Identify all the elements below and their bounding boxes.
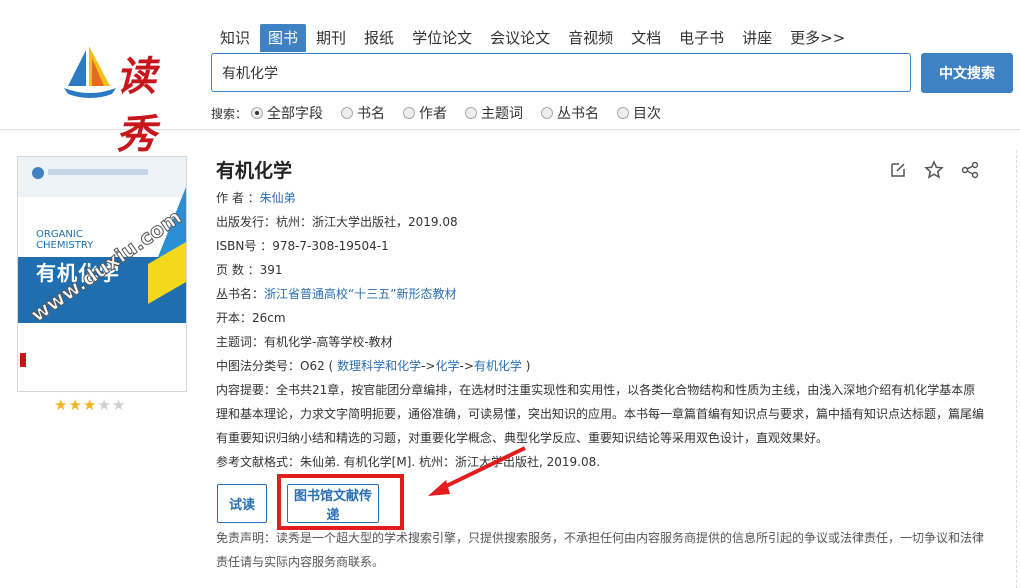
header: 读秀 知识 图书 期刊 报纸 学位论文 会议论文 音视频 文档 电子书 讲座 更…: [0, 0, 1020, 158]
meta-label: 页 数 ：: [216, 263, 260, 277]
meta-summary: 内容提要：全书共21章，按官能团分章编排，在选材时注重实现性和实用性，以各类化合…: [216, 378, 986, 450]
meta-label: ISBN号 ：: [216, 239, 273, 253]
meta-label: 开本：: [216, 311, 253, 325]
scope-label: 丛书名: [557, 106, 600, 122]
meta-value: 26cm: [252, 311, 286, 325]
meta-series: 丛书名：浙江省普通高校“十三五”新形态教材: [216, 282, 986, 306]
meta-value: 978-7-308-19504-1: [272, 239, 389, 253]
meta-label: 主题词：: [216, 335, 265, 349]
tab-more[interactable]: 更多>>: [782, 24, 853, 52]
radio-icon[interactable]: [541, 107, 554, 119]
share-icon[interactable]: [952, 158, 988, 182]
book-cover[interactable]: ORGANIC CHEMISTRY 有机化学 www.duxiu.com: [17, 156, 187, 392]
meta-label: 作 者 ：: [216, 191, 260, 205]
meta-label: 中图法分类号：: [216, 359, 301, 373]
radio-icon[interactable]: [617, 107, 630, 119]
cover-publisher-logo: [32, 167, 44, 179]
cover-series-bar: [48, 169, 148, 175]
meta-subject: 主题词：有机化学-高等学校-教材: [216, 330, 986, 354]
tab-ebooks[interactable]: 电子书: [671, 24, 732, 52]
tab-documents[interactable]: 文档: [623, 24, 669, 52]
meta-label: 参考文献格式：: [216, 455, 301, 469]
meta-value: O62 (: [300, 359, 334, 373]
cover-en-line2: CHEMISTRY: [36, 240, 94, 251]
tab-journals[interactable]: 期刊: [308, 24, 354, 52]
meta-label: 内容提要：: [216, 383, 277, 397]
class-sep: ->: [459, 359, 474, 373]
search-button[interactable]: 中文搜索: [921, 53, 1013, 93]
star-empty-icon: ★: [111, 396, 126, 414]
tab-theses[interactable]: 学位论文: [404, 24, 480, 52]
meta-publish: 出版发行：杭州：浙江大学出版社，2019.08: [216, 210, 986, 234]
try-read-button[interactable]: 试读: [217, 484, 267, 523]
star-filled-icon: ★: [68, 396, 82, 414]
meta-author: 作 者 ：朱仙弟: [216, 186, 986, 210]
red-arrow-annotation: [428, 446, 526, 496]
summary-text: 全书共21章，按官能团分章编排，在选材时注重实现性和实用性，以各类化合物结构和性…: [216, 383, 985, 445]
library-delivery-button[interactable]: 图书馆文献传递: [287, 484, 379, 523]
search-input[interactable]: [212, 54, 910, 91]
radio-checked-icon[interactable]: [251, 107, 264, 119]
tab-conference[interactable]: 会议论文: [482, 24, 558, 52]
class-link-chemistry[interactable]: 化学: [435, 359, 459, 373]
search-box: [211, 53, 911, 92]
star-empty-icon: ★: [97, 396, 111, 414]
radio-icon[interactable]: [403, 107, 416, 119]
star-filled-icon: ★: [82, 396, 97, 414]
scope-label: 书名: [357, 106, 386, 122]
cover-en-line1: ORGANIC: [36, 229, 83, 240]
nav-tabs: 知识 图书 期刊 报纸 学位论文 会议论文 音视频 文档 电子书 讲座 更多>>: [212, 24, 855, 52]
rating-stars: ★ ★ ★ ★ ★: [54, 396, 126, 414]
tab-lectures[interactable]: 讲座: [734, 24, 780, 52]
cover-art: ORGANIC CHEMISTRY 有机化学 www.duxiu.com: [18, 157, 186, 391]
meta-value: 有机化学-高等学校-教材: [264, 335, 393, 349]
scope-toc[interactable]: 目次: [617, 103, 661, 123]
author-link[interactable]: 朱仙弟: [260, 191, 296, 205]
scope-label: 目次: [633, 106, 662, 122]
star-filled-icon: ★: [54, 396, 68, 414]
scope-author[interactable]: 作者: [403, 103, 447, 123]
right-edge-rail: [1016, 150, 1018, 588]
meta-isbn: ISBN号 ：978-7-308-19504-1: [216, 234, 986, 258]
meta-classification: 中图法分类号：O62 ( 数理科学和化学->化学->有机化学 ): [216, 354, 986, 378]
search-scope: 搜索： 全部字段 书名 作者 主题词 丛书名 目次: [211, 103, 679, 123]
series-link[interactable]: 浙江省普通高校“十三五”新形态教材: [264, 287, 456, 301]
sailboat-icon: [64, 46, 116, 98]
meta-value: 391: [259, 263, 283, 277]
radio-icon[interactable]: [465, 107, 478, 119]
meta-label: 出版发行：: [216, 215, 277, 229]
scope-title[interactable]: 书名: [341, 103, 385, 123]
disclaimer: 免责声明：读秀是一个超大型的学术搜索引擎，只提供搜索服务，不承担任何由内容服务商…: [216, 531, 985, 569]
meta-value: 杭州：浙江大学出版社，2019.08: [276, 215, 458, 229]
scope-prefix: 搜索：: [211, 106, 248, 121]
book-actions: [880, 158, 988, 182]
tab-newspapers[interactable]: 报纸: [356, 24, 402, 52]
cover-red-mark: [20, 353, 26, 367]
meta-format: 开本：26cm: [216, 306, 986, 330]
meta-citation: 参考文献格式：朱仙弟. 有机化学[M]. 杭州：浙江大学出版社, 2019.08…: [216, 450, 986, 474]
scope-label: 全部字段: [267, 106, 324, 122]
meta-label: 丛书名：: [216, 287, 265, 301]
star-icon[interactable]: [916, 158, 952, 182]
class-sep: ->: [421, 359, 436, 373]
edit-icon[interactable]: [880, 158, 916, 182]
radio-icon[interactable]: [341, 107, 354, 119]
book-title: 有机化学: [216, 160, 293, 182]
class-link-organic[interactable]: 有机化学: [474, 359, 522, 373]
scope-subject[interactable]: 主题词: [465, 103, 523, 123]
logo-text: 读秀: [116, 53, 158, 158]
tab-knowledge[interactable]: 知识: [212, 24, 258, 52]
scope-series[interactable]: 丛书名: [541, 103, 599, 123]
scope-label: 主题词: [481, 106, 524, 122]
tab-books[interactable]: 图书: [260, 24, 307, 52]
duxiu-logo[interactable]: 读秀: [62, 44, 192, 158]
scope-label: 作者: [419, 106, 448, 122]
class-link-science[interactable]: 数理科学和化学: [337, 359, 421, 373]
cover-en-title: ORGANIC CHEMISTRY: [36, 229, 93, 251]
meta-pages: 页 数 ：391: [216, 258, 986, 282]
tab-media[interactable]: 音视频: [560, 24, 621, 52]
class-close: ): [525, 359, 531, 373]
scope-all-fields[interactable]: 全部字段: [251, 103, 323, 123]
